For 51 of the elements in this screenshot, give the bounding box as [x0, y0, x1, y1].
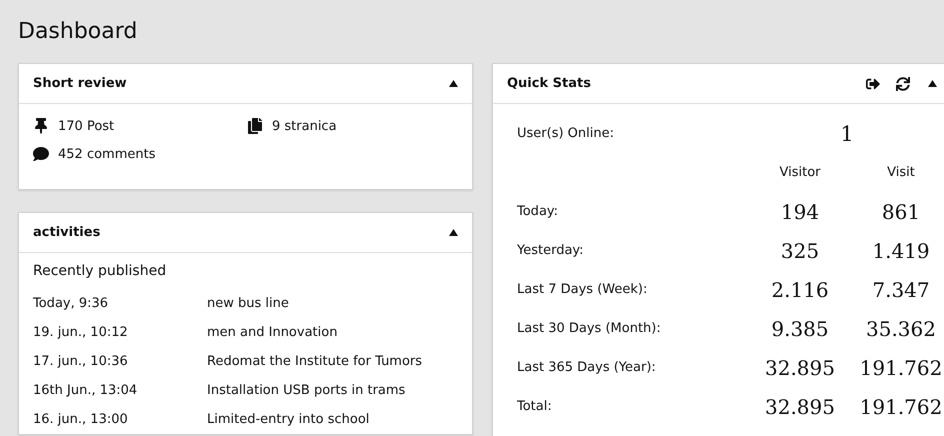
sign-out-icon[interactable] — [866, 76, 880, 90]
visit-count: 7.347 — [871, 278, 931, 302]
panel-title: Short review — [33, 76, 128, 91]
collapse-icon — [448, 229, 458, 236]
visitor-count: 2.116 — [770, 278, 830, 302]
column-header: Visit — [886, 165, 916, 180]
stat-label: Last 7 Days (Week): — [517, 282, 648, 297]
visitor-count: 325 — [780, 238, 820, 262]
toggle-button[interactable] — [926, 78, 938, 90]
publish-date: Today, 9:36 — [33, 296, 110, 311]
toggle-button[interactable] — [447, 226, 459, 238]
review-link[interactable]: 170 Post — [58, 118, 114, 134]
post-link[interactable]: Installation USB ports in trams — [207, 383, 458, 398]
page-title: Dashboard — [18, 18, 138, 46]
publish-date: 16. jun., 13:00 — [33, 412, 129, 427]
post-link[interactable]: Redomat the Institute for Tumors — [207, 354, 458, 369]
stat-label: User(s) Online: — [517, 126, 615, 141]
visitor-count: 9.385 — [770, 316, 830, 340]
visit-count: 861 — [880, 200, 922, 224]
online-count: 1 — [839, 122, 855, 146]
collapse-icon — [928, 80, 936, 87]
column-header: Visitor — [778, 165, 822, 180]
review-link[interactable]: 9 stranica — [272, 118, 337, 134]
publish-date: 16th Jun., 13:04 — [33, 383, 138, 398]
visit-count: 1.419 — [871, 238, 931, 262]
pages-icon — [247, 118, 263, 134]
refresh-icon[interactable] — [896, 76, 910, 90]
stat-label: Today: — [517, 204, 560, 219]
post-link[interactable]: men and Innovation — [207, 325, 458, 340]
visit-count: 35.362 — [865, 316, 937, 340]
toggle-button[interactable] — [447, 78, 459, 90]
panel-title: activities — [33, 225, 102, 240]
review-link[interactable]: 452 comments — [58, 146, 156, 162]
panel-title: Quick Stats — [507, 76, 592, 91]
pin-icon — [33, 118, 49, 134]
publish-date: 17. jun., 10:36 — [33, 354, 129, 369]
publish-date: 19. jun., 10:12 — [33, 325, 129, 340]
visitor-count: 194 — [780, 200, 820, 224]
visitor-count: 32.895 — [764, 356, 836, 380]
stat-label: Yesterday: — [517, 243, 585, 258]
post-link[interactable]: new bus line — [207, 296, 458, 311]
visitor-count: 32.895 — [764, 394, 836, 418]
stat-label: Total: — [517, 399, 553, 414]
section-heading: Recently published — [33, 263, 168, 279]
post-link[interactable]: Limited-entry into school — [207, 412, 458, 427]
stat-label: Last 30 Days (Month): — [517, 321, 662, 336]
visit-count: 191.762 — [858, 356, 944, 380]
stat-label: Last 365 Days (Year): — [517, 360, 657, 375]
collapse-icon — [448, 80, 458, 87]
comment-icon — [33, 146, 49, 162]
visit-count: 191.762 — [858, 394, 944, 418]
